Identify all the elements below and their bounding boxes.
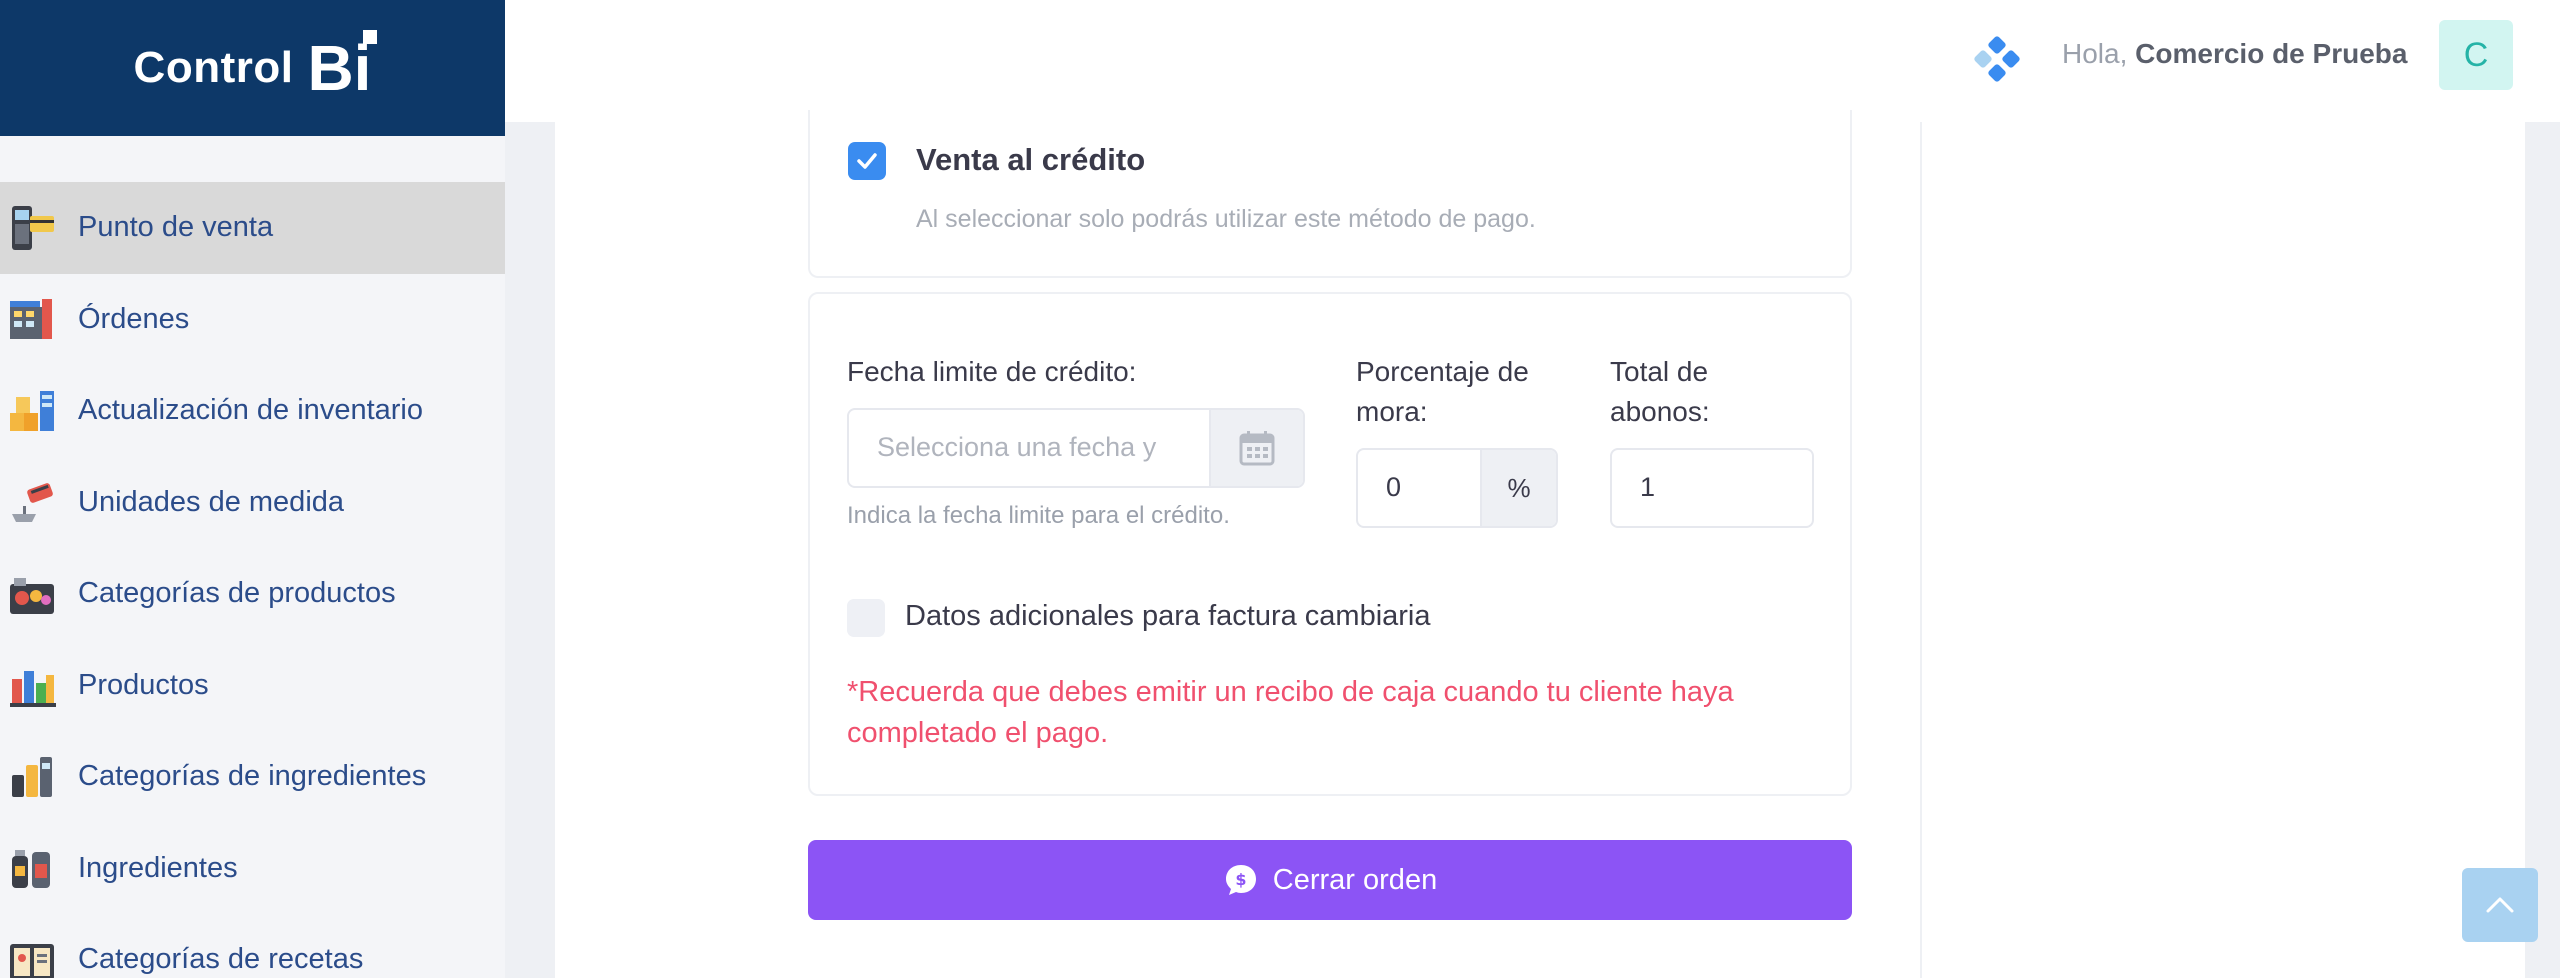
sidebar-item-label: Ingredientes	[78, 851, 238, 884]
total-payments-value: 1	[1640, 472, 1656, 502]
user-name: Comercio de Prueba	[2135, 38, 2408, 69]
close-order-label: Cerrar orden	[1272, 863, 1438, 896]
total-payments-label: Total de abonos:	[1610, 352, 1710, 432]
measure-units-icon	[4, 474, 60, 530]
sidebar-item-unidades-medida[interactable]: Unidades de medida	[0, 457, 505, 549]
brand-logo[interactable]: Control Bi	[0, 0, 505, 136]
late-fee-label-line1: Porcentaje de	[1356, 356, 1529, 387]
user-greeting[interactable]: Hola, Comercio de Prueba	[2062, 38, 2407, 70]
chevron-up-icon	[2486, 897, 2514, 913]
sidebar-item-label: Categorías de recetas	[78, 943, 364, 976]
credit-sale-checkbox[interactable]	[848, 142, 886, 180]
sidebar-item-categorias-ingredientes[interactable]: Categorías de ingredientes	[0, 731, 505, 823]
late-fee-label: Porcentaje de mora:	[1356, 352, 1529, 432]
sidebar-item-categorias-productos[interactable]: Categorías de productos	[0, 548, 505, 640]
brand-mark: Bi	[307, 30, 378, 104]
close-order-button[interactable]: $ Cerrar orden	[808, 840, 1852, 920]
recipe-categories-icon	[4, 932, 60, 978]
percent-addon: %	[1480, 450, 1556, 526]
total-payments-label-line2: abonos:	[1610, 396, 1710, 427]
sidebar-item-label: Categorías de ingredientes	[78, 760, 427, 793]
products-icon	[4, 657, 60, 713]
payment-receipt-warning: *Recuerda que debes emitir un recibo de …	[847, 672, 1827, 754]
sidebar-item-productos[interactable]: Productos	[0, 640, 505, 732]
warning-line1: *Recuerda que debes emitir un recibo de …	[847, 676, 1734, 708]
sidebar-item-label: Productos	[78, 668, 209, 701]
credit-sale-help: Al seleccionar solo podrás utilizar este…	[916, 205, 1536, 233]
sidebar-item-ordenes[interactable]: Órdenes	[0, 274, 505, 366]
sidebar-item-ingredientes[interactable]: Ingredientes	[0, 823, 505, 915]
sidebar-item-label: Órdenes	[78, 302, 190, 335]
sidebar-item-punto-de-venta[interactable]: Punto de venta	[0, 182, 505, 274]
inventory-icon	[4, 383, 60, 439]
sidebar-nav: Punto de venta Órdenes Actualización de …	[0, 182, 505, 978]
scroll-to-top-button[interactable]	[2462, 868, 2538, 942]
sidebar-item-label: Actualización de inventario	[78, 394, 423, 427]
date-limit-input[interactable]: Selecciona una fecha y	[847, 408, 1305, 488]
sidebar-item-label: Unidades de medida	[78, 485, 345, 518]
svg-text:$: $	[1235, 870, 1246, 889]
sidebar: Punto de venta Órdenes Actualización de …	[0, 136, 505, 978]
credit-sale-label: Venta al crédito	[916, 142, 1146, 177]
sidebar-item-categorias-recetas[interactable]: Categorías de recetas	[0, 914, 505, 978]
orders-icon	[4, 291, 60, 347]
sidebar-item-label: Categorías de productos	[78, 577, 396, 610]
credit-option-card: Venta al crédito Al seleccionar solo pod…	[808, 110, 1852, 278]
late-fee-input[interactable]: 0 %	[1356, 448, 1558, 528]
money-chat-icon: $	[1223, 862, 1259, 898]
extra-invoice-data-checkbox[interactable]	[847, 599, 885, 637]
check-icon	[857, 153, 877, 169]
date-limit-help: Indica la fecha limite para el crédito.	[847, 502, 1230, 529]
topbar: Hola, Comercio de Prueba C	[505, 0, 2560, 122]
greeting-text: Hola,	[2062, 38, 2128, 69]
brand-mark-text: Bi	[307, 32, 372, 104]
calendar-icon[interactable]	[1209, 410, 1303, 486]
credit-details-card: Fecha limite de crédito: Selecciona una …	[808, 292, 1852, 796]
product-categories-icon	[4, 566, 60, 622]
warning-line2: completado el pago.	[847, 717, 1109, 749]
pos-terminal-icon	[4, 200, 60, 256]
date-placeholder: Selecciona una fecha y	[877, 432, 1157, 462]
ingredients-icon	[4, 840, 60, 896]
sidebar-item-actualizacion-inventario[interactable]: Actualización de inventario	[0, 365, 505, 457]
ingredient-categories-icon	[4, 749, 60, 805]
date-limit-label: Fecha limite de crédito:	[847, 356, 1137, 387]
avatar[interactable]: C	[2439, 20, 2513, 90]
total-payments-label-line1: Total de	[1610, 356, 1709, 387]
total-payments-input[interactable]: 1	[1610, 448, 1814, 528]
late-fee-label-line2: mora:	[1356, 396, 1428, 427]
widgets-icon[interactable]	[1970, 32, 2024, 86]
brand-name: Control	[133, 43, 294, 92]
panel-divider	[1920, 122, 1922, 978]
late-fee-value: 0	[1386, 472, 1402, 502]
extra-invoice-data-label: Datos adicionales para factura cambiaria	[905, 600, 1431, 632]
sidebar-item-label: Punto de venta	[78, 211, 274, 244]
